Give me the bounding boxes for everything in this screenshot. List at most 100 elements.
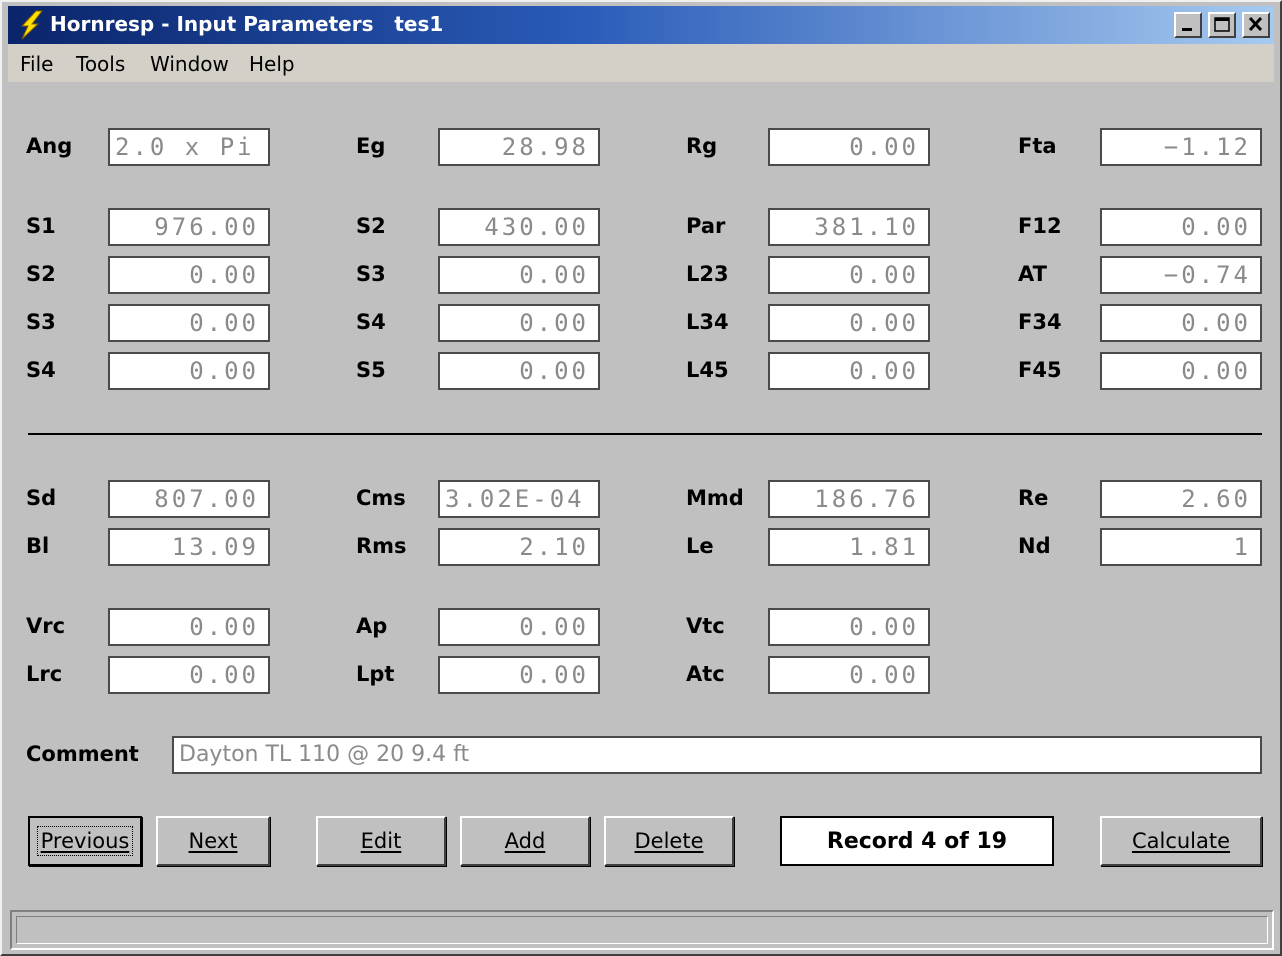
field-s1[interactable]: 976.00 [108,208,270,246]
add-button-label: Add [504,829,546,853]
delete-button-label: Delete [634,829,704,853]
record-indicator: Record 4 of 19 [780,816,1054,866]
label-f12: F12 [1018,214,1062,238]
label-s1: S1 [26,214,56,238]
close-icon [1248,16,1263,32]
label-f34: F34 [1018,310,1062,334]
window-title: Hornresp - Input Parameters tes1 [50,12,444,36]
label-atc: Atc [686,662,725,686]
label-s2: S2 [356,214,386,238]
label-comment: Comment [26,742,139,766]
label-f45: F45 [1018,358,1062,382]
section-divider [28,433,1262,435]
field-par[interactable]: 381.10 [768,208,930,246]
edit-button[interactable]: Edit [316,816,446,866]
label-l23: L23 [686,262,729,286]
next-button[interactable]: Next [156,816,270,866]
field-nd[interactable]: 1 [1100,528,1262,566]
field-s3[interactable]: 0.00 [438,256,600,294]
label-s5: S5 [356,358,386,382]
title-bar[interactable]: Hornresp - Input Parameters tes1 [8,6,1274,44]
menu-tools[interactable]: Tools [76,52,125,76]
label-l45: L45 [686,358,729,382]
field-s3-left[interactable]: 0.00 [108,304,270,342]
field-le[interactable]: 1.81 [768,528,930,566]
next-button-label: Next [188,829,238,853]
status-bar [10,910,1274,950]
maximize-icon [1214,17,1230,32]
field-atc[interactable]: 0.00 [768,656,930,694]
label-l34: L34 [686,310,729,334]
previous-button[interactable]: Previous [28,816,142,866]
menu-help[interactable]: Help [249,52,295,76]
edit-button-label: Edit [360,829,402,853]
field-lpt[interactable]: 0.00 [438,656,600,694]
field-lrc[interactable]: 0.00 [108,656,270,694]
label-eg: Eg [356,134,386,158]
label-rg: Rg [686,134,718,158]
label-sd: Sd [26,486,57,510]
comment-field[interactable]: Dayton TL 110 @ 20 9.4 ft [172,736,1262,774]
label-s3-left: S3 [26,310,56,334]
label-s4: S4 [356,310,386,334]
field-s5[interactable]: 0.00 [438,352,600,390]
field-eg[interactable]: 28.98 [438,128,600,166]
label-par: Par [686,214,726,238]
close-button[interactable] [1242,12,1270,38]
field-at[interactable]: −0.74 [1100,256,1262,294]
minimize-icon [1182,28,1192,31]
field-s2-left[interactable]: 0.00 [108,256,270,294]
field-s2[interactable]: 430.00 [438,208,600,246]
label-ang: Ang [26,134,73,158]
lightning-icon [20,10,44,40]
menu-bar: File Tools Window Help [8,44,1274,82]
field-l34[interactable]: 0.00 [768,304,930,342]
label-s4-left: S4 [26,358,56,382]
field-f34[interactable]: 0.00 [1100,304,1262,342]
status-bar-panel [16,916,1268,944]
label-fta: Fta [1018,134,1057,158]
field-s4[interactable]: 0.00 [438,304,600,342]
field-bl[interactable]: 13.09 [108,528,270,566]
field-rms[interactable]: 2.10 [438,528,600,566]
calculate-button[interactable]: Calculate [1100,816,1262,866]
label-ap: Ap [356,614,388,638]
field-f12[interactable]: 0.00 [1100,208,1262,246]
field-l23[interactable]: 0.00 [768,256,930,294]
field-f45[interactable]: 0.00 [1100,352,1262,390]
field-ap[interactable]: 0.00 [438,608,600,646]
label-cms: Cms [356,486,406,510]
field-rg[interactable]: 0.00 [768,128,930,166]
label-rms: Rms [356,534,407,558]
calculate-button-label: Calculate [1131,829,1231,853]
label-le: Le [686,534,714,558]
label-bl: Bl [26,534,50,558]
field-mmd[interactable]: 186.76 [768,480,930,518]
field-l45[interactable]: 0.00 [768,352,930,390]
delete-button[interactable]: Delete [604,816,734,866]
menu-file[interactable]: File [20,52,53,76]
field-vtc[interactable]: 0.00 [768,608,930,646]
previous-button-label: Previous [40,829,130,853]
label-lrc: Lrc [26,662,63,686]
field-cms[interactable]: 3.02E-04 [438,480,600,518]
label-s2-left: S2 [26,262,56,286]
label-nd: Nd [1018,534,1051,558]
app-window: Hornresp - Input Parameters tes1 File To… [0,0,1282,956]
field-s4-left[interactable]: 0.00 [108,352,270,390]
label-vrc: Vrc [26,614,66,638]
label-re: Re [1018,486,1049,510]
label-vtc: Vtc [686,614,725,638]
minimize-button[interactable] [1174,12,1202,38]
field-re[interactable]: 2.60 [1100,480,1262,518]
maximize-button[interactable] [1208,12,1236,38]
add-button[interactable]: Add [460,816,590,866]
label-mmd: Mmd [686,486,744,510]
label-lpt: Lpt [356,662,395,686]
field-ang[interactable]: 2.0 x Pi [108,128,270,166]
field-sd[interactable]: 807.00 [108,480,270,518]
field-vrc[interactable]: 0.00 [108,608,270,646]
label-s3: S3 [356,262,386,286]
field-fta[interactable]: −1.12 [1100,128,1262,166]
menu-window[interactable]: Window [150,52,229,76]
